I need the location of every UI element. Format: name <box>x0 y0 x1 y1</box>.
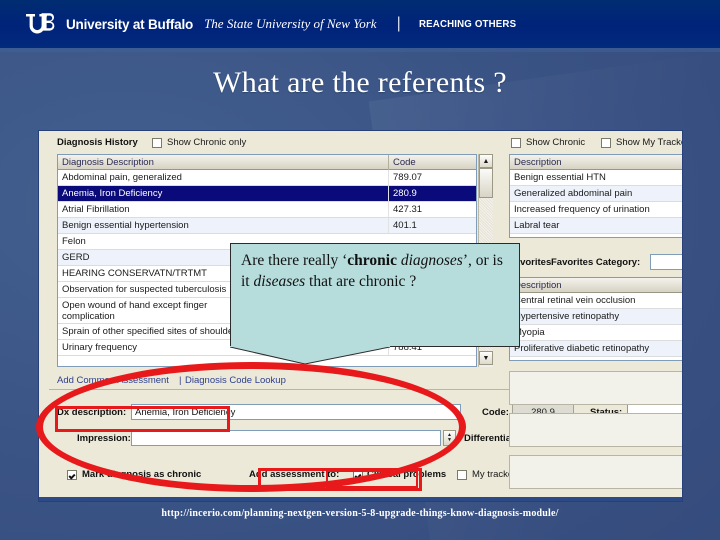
callout-diseases: diseases <box>253 273 306 290</box>
show-chronic-only-checkbox[interactable]: Show Chronic only <box>152 137 246 148</box>
scrollbar-thumb[interactable] <box>479 168 493 198</box>
callout-chronic: chronic <box>347 252 397 269</box>
right-bottom-grid-header: Description <box>510 278 682 293</box>
slide: University at Buffalo The State Universi… <box>0 0 720 540</box>
ub-tagline: REACHING OTHERS <box>418 18 516 30</box>
diagnosis-history-title: Diagnosis History <box>57 137 138 148</box>
show-my-tracked-label: Show My Tracked <box>616 137 682 148</box>
callout-line1: Are there really ‘ <box>241 252 348 269</box>
right-top-grid-header: Description <box>510 155 682 170</box>
list-item[interactable]: Myopia <box>510 325 682 341</box>
right-empty-panel-2 <box>509 413 682 447</box>
right-empty-panel-1 <box>509 371 682 405</box>
table-row[interactable]: Anemia, Iron Deficiency 280.9 <box>58 186 476 202</box>
table-row[interactable]: Abdominal pain, generalized 789.07 <box>58 170 476 186</box>
dx-description-label: Dx description: <box>57 407 127 418</box>
links-separator: | <box>179 375 182 386</box>
list-item[interactable]: Generalized abdominal pain <box>510 186 682 202</box>
column-header-description[interactable]: Description <box>510 155 682 170</box>
impression-input[interactable] <box>131 430 441 446</box>
app-status-bar <box>39 497 682 501</box>
list-item[interactable]: Hypertensive retinopathy <box>510 309 682 325</box>
scroll-down-icon[interactable]: ▼ <box>479 351 493 365</box>
show-chronic-label: Show Chronic <box>526 137 586 148</box>
mark-chronic-label: Mark diagnosis as chronic <box>82 469 202 480</box>
table-row[interactable]: Benign essential hypertension 401.1 <box>58 218 476 234</box>
ub-header-banner: University at Buffalo The State Universi… <box>0 0 720 48</box>
show-my-tracked-checkbox[interactable]: Show My Tracked <box>601 137 682 148</box>
ub-divider: | <box>396 15 401 32</box>
diagnosis-code-lookup-link[interactable]: Diagnosis Code Lookup <box>185 375 286 386</box>
clinical-problems-box[interactable] <box>353 469 363 480</box>
list-item[interactable]: Central retinal vein occlusion <box>510 293 682 309</box>
my-tracked-problems-box[interactable] <box>457 469 467 480</box>
clinical-problems-label: Clinical problems <box>367 469 447 480</box>
show-chronic-only-label: Show Chronic only <box>167 137 247 148</box>
list-item[interactable]: Benign essential HTN <box>510 170 682 186</box>
mark-diagnosis-as-chronic-checkbox[interactable]: Mark diagnosis as chronic <box>67 469 201 480</box>
right-top-grid[interactable]: Description Benign essential HTN General… <box>509 154 682 238</box>
clinical-problems-checkbox[interactable]: Clinical problems <box>353 469 446 480</box>
mark-chronic-box[interactable] <box>67 469 77 480</box>
scroll-up-icon[interactable]: ▲ <box>479 154 493 168</box>
favorites-category-input[interactable] <box>650 254 682 270</box>
right-bottom-grid-body: Central retinal vein occlusion Hypertens… <box>510 293 682 357</box>
right-empty-panel-3 <box>509 455 682 489</box>
callout-line3: that are chronic ? <box>309 273 417 290</box>
list-item[interactable]: Labral tear <box>510 218 682 234</box>
impression-label: Impression: <box>77 433 131 444</box>
column-header-code[interactable]: △ Code <box>388 155 476 170</box>
spinner-down-icon[interactable]: ▼ <box>447 438 452 443</box>
ub-banner-underline <box>0 48 720 52</box>
column-header-description[interactable]: Description <box>510 278 682 293</box>
callout-bubble: Are there really ‘chronic diagnoses’, or… <box>230 243 520 347</box>
callout-diagnoses: diagnoses <box>400 252 463 269</box>
add-assessment-to-label: Add assessment to: <box>249 469 340 480</box>
ub-logo-icon <box>24 12 58 36</box>
diagnosis-grid-header: Diagnosis Description △ Code <box>58 155 476 170</box>
favorites-category-label: Favorites Category: <box>551 257 641 268</box>
ub-university-name: University at Buffalo <box>66 16 194 32</box>
show-chronic-box[interactable] <box>511 137 521 148</box>
code-label: Code: <box>482 407 509 418</box>
show-chronic-checkbox[interactable]: Show Chronic <box>511 137 585 148</box>
add-common-assessment-link[interactable]: Add Common Assessment <box>57 375 169 386</box>
page-title: What are the referents ? <box>213 66 507 99</box>
source-url-caption: http://incerio.com/planning-nextgen-vers… <box>161 508 559 519</box>
dx-description-input[interactable]: Anemia, Iron Deficiency <box>131 404 461 420</box>
show-chronic-only-box[interactable] <box>152 137 162 148</box>
show-my-tracked-box[interactable] <box>601 137 611 148</box>
impression-spinner[interactable]: ▲ ▼ <box>443 430 456 446</box>
list-item[interactable]: Proliferative diabetic retinopathy <box>510 341 682 357</box>
ub-university-subtitle: The State University of New York <box>204 16 377 31</box>
right-bottom-grid[interactable]: Description Central retinal vein occlusi… <box>509 277 682 361</box>
column-header-description[interactable]: Diagnosis Description <box>58 155 388 170</box>
list-item[interactable]: Increased frequency of urination <box>510 202 682 218</box>
right-top-grid-body: Benign essential HTN Generalized abdomin… <box>510 170 682 234</box>
table-row[interactable]: Atrial Fibrillation 427.31 <box>58 202 476 218</box>
